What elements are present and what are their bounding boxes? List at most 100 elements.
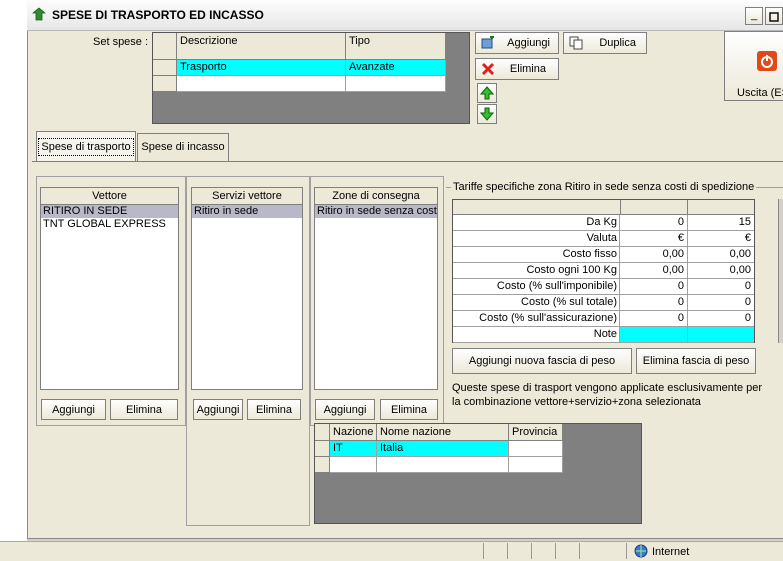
col-nazione[interactable]: Nazione bbox=[330, 424, 377, 441]
tariffe-cell[interactable] bbox=[687, 327, 754, 343]
add-fascia-button[interactable]: Aggiungi nuova fascia di peso bbox=[452, 348, 632, 374]
tariffe-cell[interactable]: € bbox=[619, 231, 687, 247]
tariffe-row: Da Kg 0 15 bbox=[453, 215, 754, 231]
duplicate-icon bbox=[569, 36, 583, 50]
duplicate-label: Duplica bbox=[599, 37, 636, 49]
status-divider bbox=[507, 543, 508, 559]
power-icon bbox=[757, 51, 777, 71]
internet-zone-label: Internet bbox=[652, 546, 690, 558]
tab-spese-trasporto[interactable]: Spese di trasporto bbox=[36, 131, 136, 162]
tariffe-cell[interactable]: 0 bbox=[687, 295, 754, 311]
list-item[interactable]: TNT GLOBAL EXPRESS bbox=[41, 218, 178, 231]
cell-empty[interactable] bbox=[330, 457, 377, 473]
row-indicator bbox=[153, 60, 177, 76]
col-nome-nazione[interactable]: Nome nazione bbox=[377, 424, 509, 441]
globe-icon bbox=[634, 544, 648, 558]
tab-spese-incasso[interactable]: Spese di incasso bbox=[137, 133, 229, 162]
tariffe-cell[interactable]: 0 bbox=[619, 215, 687, 231]
tab-panel-border bbox=[32, 161, 783, 162]
col-provincia[interactable]: Provincia bbox=[509, 424, 563, 441]
tariffe-row: Costo ogni 100 Kg 0,00 0,00 bbox=[453, 263, 754, 279]
arrow-up-icon bbox=[479, 86, 495, 100]
window-title: SPESE DI TRASPORTO ED INCASSO bbox=[52, 8, 264, 22]
duplicate-button[interactable]: Duplica bbox=[563, 32, 647, 54]
zone-add-button[interactable]: Aggiungi bbox=[315, 399, 375, 420]
set-spese-label: Set spese : bbox=[93, 36, 149, 48]
tariffe-header-divider bbox=[620, 200, 621, 214]
tariffe-cell[interactable]: 0 bbox=[619, 295, 687, 311]
tariffe-scrollbar[interactable] bbox=[778, 199, 783, 343]
servizi-list[interactable]: Servizi vettore Ritiro in sede bbox=[191, 187, 303, 390]
tariffe-row: Costo (% sull'assicurazione) 0 0 bbox=[453, 311, 754, 327]
arrow-down-icon bbox=[479, 107, 495, 121]
status-divider bbox=[555, 543, 556, 559]
tariffe-cell[interactable]: 0 bbox=[687, 279, 754, 295]
tariffe-cell[interactable]: 0,00 bbox=[619, 247, 687, 263]
tariffe-title: Tariffe specifiche zona Ritiro in sede s… bbox=[451, 181, 757, 193]
cell-provincia[interactable] bbox=[509, 441, 563, 457]
add-set-label: Aggiungi bbox=[507, 37, 550, 49]
tariffe-row: Costo (% sul totale) 0 0 bbox=[453, 295, 754, 311]
tariffe-cell[interactable]: 0 bbox=[687, 311, 754, 327]
tariffe-header bbox=[453, 200, 754, 215]
tariffe-row-label: Costo (% sull'assicurazione) bbox=[453, 311, 619, 327]
cell-empty[interactable] bbox=[509, 457, 563, 473]
cell-empty[interactable] bbox=[177, 76, 346, 92]
servizi-delete-button[interactable]: Elimina bbox=[247, 399, 301, 420]
maximize-button[interactable] bbox=[765, 7, 783, 25]
tariffe-cell[interactable]: 0,00 bbox=[687, 263, 754, 279]
tariffe-grid[interactable]: Da Kg 0 15 Valuta € € Costo fisso 0,00 0,00 Costo… bbox=[452, 199, 755, 343]
tariffe-cell[interactable]: 0 bbox=[619, 311, 687, 327]
grid-corner bbox=[153, 33, 177, 60]
servizi-add-button[interactable]: Aggiungi bbox=[193, 399, 243, 420]
minimize-button[interactable]: _ bbox=[745, 7, 763, 25]
tariffe-row-label: Costo fisso bbox=[453, 247, 619, 263]
tariffe-row: Costo (% sull'imponibile) 0 0 bbox=[453, 279, 754, 295]
tariffe-header-divider bbox=[687, 200, 688, 214]
vettore-add-button[interactable]: Aggiungi bbox=[41, 399, 106, 420]
status-divider bbox=[579, 543, 580, 559]
col-tipo[interactable]: Tipo bbox=[346, 33, 446, 60]
minimize-icon: _ bbox=[750, 9, 758, 21]
move-down-button[interactable] bbox=[477, 104, 497, 124]
nazioni-grid[interactable]: Nazione Nome nazione Provincia IT Italia bbox=[314, 423, 642, 524]
tariffe-info: Queste spese di trasport vengono applica… bbox=[452, 382, 763, 408]
zone-list[interactable]: Zone di consegna Ritiro in sede senza co… bbox=[314, 187, 438, 390]
list-item[interactable]: Ritiro in sede senza costi bbox=[315, 205, 437, 218]
delete-set-button[interactable]: Elimina bbox=[475, 58, 559, 80]
status-divider bbox=[531, 543, 532, 559]
tariffe-cell[interactable] bbox=[619, 327, 687, 343]
cell-empty[interactable] bbox=[377, 457, 509, 473]
tariffe-row-label: Da Kg bbox=[453, 215, 619, 231]
row-indicator bbox=[315, 457, 330, 473]
tariffe-row: Costo fisso 0,00 0,00 bbox=[453, 247, 754, 263]
cell-tipo[interactable]: Avanzate bbox=[346, 60, 446, 76]
tariffe-cell[interactable]: € bbox=[687, 231, 754, 247]
set-spese-grid[interactable]: Descrizione Tipo Trasporto Avanzate bbox=[152, 32, 470, 124]
cell-empty[interactable] bbox=[346, 76, 446, 92]
cell-nazione[interactable]: IT bbox=[330, 441, 377, 457]
list-item[interactable]: RITIRO IN SEDE bbox=[41, 205, 178, 218]
tariffe-cell[interactable]: 0,00 bbox=[619, 263, 687, 279]
add-set-button[interactable]: Aggiungi bbox=[475, 32, 559, 54]
tab-label: Spese di incasso bbox=[141, 141, 225, 153]
cell-descrizione[interactable]: Trasporto bbox=[177, 60, 346, 76]
tariffe-row: Note bbox=[453, 327, 754, 343]
vettore-list[interactable]: Vettore RITIRO IN SEDE TNT GLOBAL EXPRES… bbox=[40, 187, 179, 390]
zone-header: Zone di consegna bbox=[315, 188, 437, 205]
cell-nome-nazione[interactable]: Italia bbox=[377, 441, 509, 457]
tariffe-cell[interactable]: 0,00 bbox=[687, 247, 754, 263]
row-indicator bbox=[315, 441, 330, 457]
vettore-delete-button[interactable]: Elimina bbox=[110, 399, 178, 420]
delete-fascia-button[interactable]: Elimina fascia di peso bbox=[636, 348, 756, 374]
zone-delete-button[interactable]: Elimina bbox=[380, 399, 438, 420]
list-item[interactable]: Ritiro in sede bbox=[192, 205, 302, 218]
col-descrizione[interactable]: Descrizione bbox=[177, 33, 346, 60]
servizi-header: Servizi vettore bbox=[192, 188, 302, 205]
tariffe-cell[interactable]: 15 bbox=[687, 215, 754, 231]
move-up-button[interactable] bbox=[477, 83, 497, 103]
tariffe-cell[interactable]: 0 bbox=[619, 279, 687, 295]
tab-label: Spese di trasporto bbox=[38, 138, 134, 156]
tariffe-row-label: Note bbox=[453, 327, 619, 343]
exit-button[interactable]: Uscita (ES bbox=[724, 31, 783, 101]
